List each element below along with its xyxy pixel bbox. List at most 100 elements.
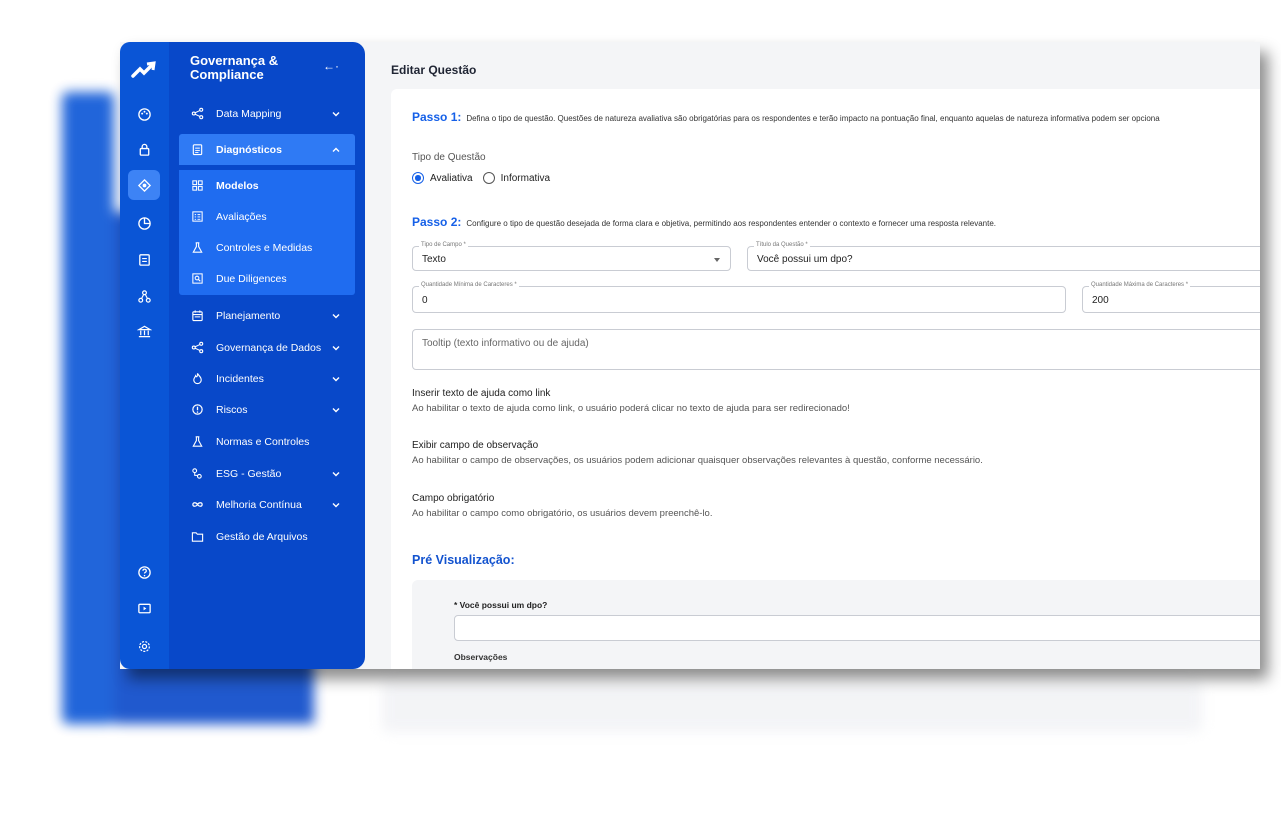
sidebar-item-label: Normas e Controles (216, 435, 310, 448)
chevron-down-icon (332, 376, 340, 381)
sidebar-item-riscos[interactable]: Riscos (179, 394, 355, 425)
option-required-title: Campo obrigatório (412, 493, 495, 504)
help-icon[interactable] (128, 557, 160, 587)
share-icon (190, 341, 204, 355)
diagnosticos-submenu: Modelos Avaliações Controles e Medidas D… (179, 170, 355, 295)
chevron-down-icon (332, 502, 340, 507)
tooltip-textarea[interactable]: Tooltip (texto informativo ou de ajuda) (412, 329, 1260, 370)
alert-circle-icon (190, 403, 204, 417)
field-type-select[interactable]: Tipo de Campo * Texto (412, 242, 731, 271)
ghost-panel (382, 682, 1202, 732)
sidebar-item-normas-controles[interactable]: Normas e Controles (179, 426, 355, 457)
radio-label-avaliativa: Avaliativa (430, 172, 473, 184)
dropdown-arrow-icon (714, 258, 720, 262)
pie-chart-icon[interactable] (128, 208, 160, 238)
screen: Governança & Compliance ←· Data Mapping … (0, 0, 1281, 813)
edit-question-card: Passo 1: Defina o tipo de questão. Questõ… (391, 89, 1260, 669)
search-doc-icon (190, 272, 204, 286)
sidebar-item-label: Incidentes (216, 372, 264, 385)
sidebar-title: Governança & Compliance (190, 53, 279, 82)
sidebar-item-diagnosticos[interactable]: Diagnósticos (179, 134, 355, 165)
min-chars-input[interactable]: Quantidade Mínima de Caracteres * 0 (412, 282, 1066, 313)
sidebar-item-label: Avaliações (216, 210, 267, 223)
chevron-up-icon (332, 147, 340, 152)
palette-icon[interactable] (128, 99, 160, 129)
step1-description: Defina o tipo de questão. Questões de na… (466, 114, 1160, 123)
chevron-down-icon (332, 471, 340, 476)
clipboard-icon[interactable] (128, 244, 160, 274)
bank-icon[interactable] (128, 316, 160, 346)
preview-box: * Você possui um dpo? Observações (412, 580, 1260, 669)
esg-icon (190, 467, 204, 481)
radio-avaliativa[interactable] (412, 172, 424, 184)
fire-icon (190, 372, 204, 386)
sidebar-item-incidentes[interactable]: Incidentes (179, 363, 355, 394)
sidebar-item-gestao-arquivos[interactable]: Gestão de Arquivos (179, 521, 355, 552)
sidebar-item-label: Diagnósticos (216, 143, 282, 156)
step1-text: Passo 1: Defina o tipo de questão. Questõ… (412, 110, 1160, 124)
sidebar-item-data-mapping[interactable]: Data Mapping (179, 98, 355, 129)
sidebar-item-controles-medidas[interactable]: Controles e Medidas (179, 232, 355, 263)
sidebar-item-esg-gestao[interactable]: ESG - Gestão (179, 458, 355, 489)
lock-icon[interactable] (128, 134, 160, 164)
field-type-label: Tipo de Campo * (419, 242, 468, 248)
tooltip-placeholder: Tooltip (texto informativo ou de ajuda) (422, 338, 589, 349)
sidebar-item-label: Modelos (216, 179, 259, 192)
app-window: Governança & Compliance ←· Data Mapping … (120, 42, 1260, 669)
step2-label: Passo 2: (412, 215, 462, 229)
sidebar-item-label: Governança de Dados (216, 341, 322, 354)
sidebar-item-label: Riscos (216, 403, 248, 416)
step2-text: Passo 2: Configure o tipo de questão dese… (412, 215, 996, 229)
sidebar-item-avaliacoes[interactable]: Avaliações (179, 201, 355, 232)
infinity-icon (190, 498, 204, 512)
chevron-down-icon (332, 313, 340, 318)
question-type-label: Tipo de Questão (412, 152, 486, 163)
ghost-rail (62, 92, 114, 724)
option-help-link-desc: Ao habilitar o texto de ajuda como link,… (412, 403, 850, 414)
main-content: Editar Questão Passo 1: Defina o tipo de … (365, 42, 1260, 669)
option-observation-desc: Ao habilitar o campo de observações, os … (412, 455, 983, 466)
question-type-radio-group: Avaliativa Informativa (412, 172, 560, 184)
question-title-input[interactable]: Título da Questão * Você possui um dpo? (747, 242, 1260, 271)
step2-description: Configure o tipo de questão desejada de … (466, 219, 997, 228)
grid-icon (190, 179, 204, 193)
diagnostics-icon[interactable] (128, 170, 160, 200)
logo-icon[interactable] (131, 60, 157, 80)
question-title-label: Título da Questão * (754, 242, 810, 248)
sidebar-item-modelos[interactable]: Modelos (179, 170, 355, 201)
chevron-down-icon (332, 111, 340, 116)
radio-informativa[interactable] (482, 172, 495, 184)
share-icon (190, 107, 204, 121)
sidebar-item-melhoria-continua[interactable]: Melhoria Contínua (179, 489, 355, 520)
form-icon (190, 210, 204, 224)
preview-observations-label: Observações (454, 652, 508, 662)
chevron-down-icon (332, 345, 340, 350)
sidebar-item-label: Planejamento (216, 309, 281, 322)
sidebar-item-label: ESG - Gestão (216, 467, 282, 480)
video-icon[interactable] (128, 593, 160, 623)
option-help-link-title: Inserir texto de ajuda como link (412, 388, 551, 399)
sidebar-item-planejamento[interactable]: Planejamento (179, 300, 355, 331)
collapse-sidebar-icon[interactable]: ←· (323, 59, 339, 73)
sidebar-item-label: Gestão de Arquivos (216, 530, 308, 543)
sidebar-item-label: Melhoria Contínua (216, 498, 302, 511)
preview-question: * Você possui um dpo? (454, 600, 548, 610)
folder-icon (190, 530, 204, 544)
sidebar-item-label: Data Mapping (216, 107, 282, 120)
option-observation-title: Exibir campo de observação (412, 440, 539, 451)
settings-icon[interactable] (128, 631, 160, 661)
question-title-value: Você possui um dpo? (757, 254, 853, 265)
max-chars-label: Quantidade Máxima de Caracteres * (1089, 282, 1191, 288)
max-chars-value: 200 (1092, 295, 1109, 306)
preview-answer-input[interactable] (454, 615, 1260, 641)
radio-label-informativa: Informativa (500, 172, 551, 184)
network-icon[interactable] (128, 281, 160, 311)
preview-title: Pré Visualização: (412, 553, 515, 567)
page-title: Editar Questão (391, 63, 477, 77)
sidebar-item-governanca-dados[interactable]: Governança de Dados (179, 332, 355, 363)
max-chars-input[interactable]: Quantidade Máxima de Caracteres * 200 (1082, 282, 1260, 313)
chevron-down-icon (332, 407, 340, 412)
calendar-icon (190, 309, 204, 323)
min-chars-label: Quantidade Mínima de Caracteres * (419, 282, 519, 288)
sidebar-item-due-diligences[interactable]: Due Diligences (179, 263, 355, 294)
